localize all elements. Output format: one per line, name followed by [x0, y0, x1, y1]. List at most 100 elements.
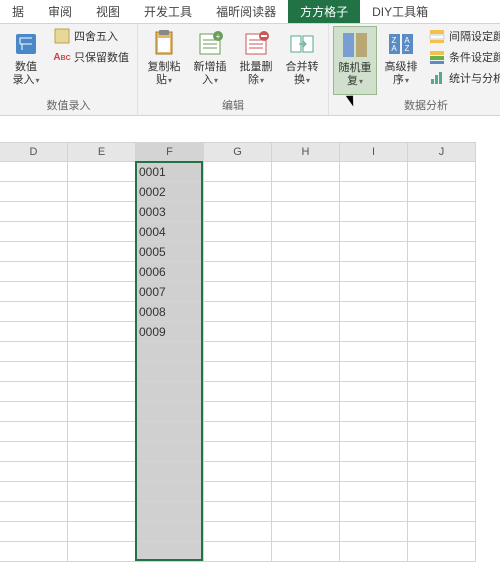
cell[interactable]: 0006 — [136, 262, 204, 282]
cell[interactable] — [408, 202, 476, 222]
cell[interactable] — [0, 522, 68, 542]
cell[interactable] — [408, 422, 476, 442]
tab-6[interactable]: DIY工具箱 — [360, 0, 440, 23]
cell[interactable] — [68, 462, 136, 482]
cell[interactable] — [340, 402, 408, 422]
cell[interactable]: 0007 — [136, 282, 204, 302]
tab-4[interactable]: 福昕阅读器 — [204, 0, 288, 23]
cell[interactable] — [204, 382, 272, 402]
cell[interactable] — [408, 522, 476, 542]
cell[interactable] — [136, 542, 204, 562]
col-header-F[interactable]: F — [136, 142, 204, 162]
cell[interactable] — [136, 482, 204, 502]
cell[interactable] — [0, 422, 68, 442]
cell[interactable] — [408, 362, 476, 382]
cell[interactable] — [204, 222, 272, 242]
cell[interactable] — [272, 422, 340, 442]
cell[interactable] — [68, 262, 136, 282]
cell[interactable]: 0005 — [136, 242, 204, 262]
cell[interactable] — [340, 382, 408, 402]
cell[interactable] — [272, 542, 340, 562]
cell[interactable] — [408, 462, 476, 482]
cell[interactable] — [0, 382, 68, 402]
cell[interactable] — [204, 362, 272, 382]
cell[interactable] — [68, 402, 136, 422]
cell[interactable]: 0001 — [136, 162, 204, 182]
col-header-H[interactable]: H — [272, 142, 340, 162]
cell[interactable] — [68, 322, 136, 342]
cell[interactable]: 0009 — [136, 322, 204, 342]
cell[interactable] — [272, 242, 340, 262]
cell[interactable] — [68, 182, 136, 202]
cell[interactable] — [340, 442, 408, 462]
cell[interactable] — [272, 302, 340, 322]
ribbon-btn-g2-0[interactable]: 复制粘 贴 — [142, 26, 186, 95]
cell[interactable] — [0, 402, 68, 422]
cell[interactable] — [272, 342, 340, 362]
tab-1[interactable]: 审阅 — [36, 0, 84, 23]
ribbon-btn-g1-0[interactable]: 数值 录入 — [4, 26, 48, 95]
cell[interactable] — [340, 202, 408, 222]
cell[interactable] — [0, 542, 68, 562]
cell[interactable] — [68, 242, 136, 262]
ribbon-btn-g2-3[interactable]: 合并转 换 — [280, 26, 324, 95]
cell[interactable] — [408, 402, 476, 422]
cell[interactable] — [408, 542, 476, 562]
cell[interactable] — [340, 242, 408, 262]
ribbon-small-g1-0[interactable]: 四舍五入 — [50, 26, 133, 46]
col-header-D[interactable]: D — [0, 142, 68, 162]
cell[interactable] — [272, 442, 340, 462]
cell[interactable] — [340, 522, 408, 542]
ribbon-btn-g2-2[interactable]: 批量删 除 — [234, 26, 278, 95]
cell[interactable] — [408, 302, 476, 322]
cell[interactable] — [68, 442, 136, 462]
cell[interactable]: 0003 — [136, 202, 204, 222]
cell[interactable] — [340, 322, 408, 342]
cell[interactable] — [0, 342, 68, 362]
cell[interactable] — [68, 362, 136, 382]
cell[interactable] — [0, 302, 68, 322]
ribbon-small-g3-1[interactable]: 条件设定颜色 — [425, 47, 500, 67]
cell[interactable] — [408, 342, 476, 362]
cell[interactable] — [272, 482, 340, 502]
cell[interactable] — [68, 222, 136, 242]
cell[interactable] — [272, 262, 340, 282]
cell[interactable] — [136, 362, 204, 382]
cell[interactable] — [0, 262, 68, 282]
cell[interactable] — [136, 402, 204, 422]
cell[interactable] — [136, 462, 204, 482]
cell[interactable] — [272, 322, 340, 342]
cell[interactable] — [0, 222, 68, 242]
ribbon-small-g3-2[interactable]: 统计与分析 — [425, 68, 500, 88]
cell[interactable] — [272, 382, 340, 402]
cell[interactable] — [272, 522, 340, 542]
cell[interactable]: 0002 — [136, 182, 204, 202]
ribbon-btn-g3-1[interactable]: ZAAZ高级排 序 — [379, 26, 423, 95]
cell[interactable] — [68, 382, 136, 402]
tab-3[interactable]: 开发工具 — [132, 0, 204, 23]
cell[interactable] — [68, 202, 136, 222]
cell[interactable] — [0, 282, 68, 302]
cell[interactable] — [68, 162, 136, 182]
cell[interactable] — [68, 422, 136, 442]
cell[interactable] — [340, 462, 408, 482]
ribbon-small-g1-1[interactable]: ABC只保留数值 — [50, 47, 133, 67]
cell[interactable] — [0, 362, 68, 382]
cell[interactable] — [408, 442, 476, 462]
cell[interactable] — [68, 502, 136, 522]
col-header-E[interactable]: E — [68, 142, 136, 162]
cell[interactable] — [136, 502, 204, 522]
cell[interactable] — [68, 302, 136, 322]
cell[interactable] — [340, 262, 408, 282]
cell[interactable] — [408, 282, 476, 302]
cell[interactable] — [204, 422, 272, 442]
tab-0[interactable]: 据 — [0, 0, 36, 23]
cell[interactable] — [340, 342, 408, 362]
cell[interactable] — [204, 542, 272, 562]
cell[interactable] — [408, 322, 476, 342]
cell[interactable] — [68, 522, 136, 542]
ribbon-btn-g3-0[interactable]: 随机重 复 — [333, 26, 377, 95]
cell[interactable] — [136, 342, 204, 362]
cell[interactable] — [136, 382, 204, 402]
cell[interactable] — [68, 482, 136, 502]
